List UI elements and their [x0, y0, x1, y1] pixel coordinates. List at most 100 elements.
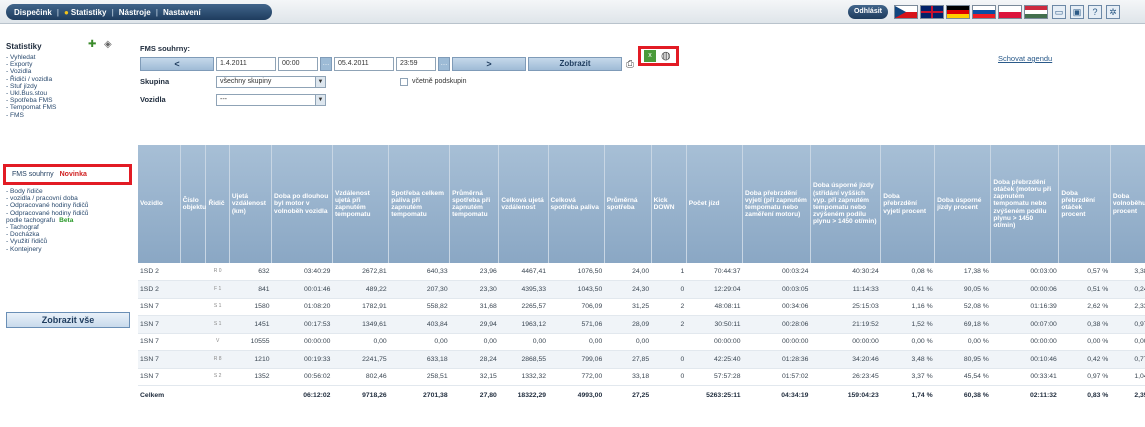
- vehicle-cell: 1SN 7: [138, 350, 181, 369]
- column-header[interactable]: Řidič: [205, 145, 230, 263]
- subgroups-checkbox[interactable]: [400, 78, 408, 86]
- object-cell: [180, 263, 206, 281]
- sidebar-link[interactable]: - Body řidiče: [6, 188, 130, 195]
- show-all-button[interactable]: Zobrazit vše: [6, 312, 130, 328]
- column-header[interactable]: Číslo objektu: [180, 145, 207, 263]
- sidebar-links-2: - Body řidiče - vozidla / pracovní doba …: [6, 188, 130, 253]
- table-row[interactable]: 1SN 7 R 8 1210 00:19:33 2241,75 633,18 28,24 28…: [138, 350, 1145, 369]
- sidebar-link[interactable]: - Tempomat FMS: [6, 104, 130, 111]
- print-icon[interactable]: ⎙: [626, 59, 634, 70]
- help-icon[interactable]: ?: [1088, 5, 1102, 19]
- nav-stats[interactable]: Statistiky: [71, 8, 107, 17]
- excel-export-icon[interactable]: x: [644, 50, 656, 62]
- flag-sk-icon[interactable]: [972, 5, 996, 19]
- total-cell: 159:04:23: [810, 385, 881, 406]
- column-header[interactable]: Doba úsporné jízdy (střídání vyšších vyp…: [810, 145, 882, 263]
- sidebar-link[interactable]: - Využití řidičů: [6, 238, 130, 245]
- column-header[interactable]: Počet jízd: [686, 145, 743, 263]
- table-row[interactable]: 1SN 7 S 1 1451 00:17:53 1349,61 403,84 29,94 19…: [138, 315, 1145, 334]
- print-icon[interactable]: ▣: [1070, 5, 1084, 19]
- sidebar-link[interactable]: - Ukl.Bus.stou: [6, 90, 130, 97]
- sidebar-link-tacho[interactable]: podle tachografu Beta: [6, 217, 130, 224]
- table-cell: 00:03:05: [742, 280, 811, 299]
- nav-tools[interactable]: Nástroje: [119, 8, 151, 17]
- calendar-icon[interactable]: …: [320, 57, 332, 71]
- column-header[interactable]: Doba volnoběhu procent: [1110, 145, 1145, 263]
- vehicle-label: Vozidla: [140, 95, 166, 104]
- total-cell: 2701,38: [388, 385, 450, 406]
- column-header[interactable]: Vozidlo: [138, 145, 181, 263]
- column-header[interactable]: Kick DOWN: [651, 145, 687, 263]
- table-cell: 772,00: [548, 368, 605, 386]
- nav-dispatch[interactable]: Dispečink: [14, 8, 52, 17]
- table-cell: 3,38 %: [1110, 263, 1145, 281]
- table-cell: 0,00: [449, 333, 499, 351]
- sidebar-link[interactable]: - Vyhledat: [6, 54, 130, 61]
- column-header[interactable]: Spotřeba celkem paliva při zapnutém temp…: [388, 145, 451, 263]
- pdf-export-icon[interactable]: ◍: [661, 49, 671, 62]
- sidebar-link[interactable]: - Odpracované hodiny řidičů: [6, 210, 130, 217]
- column-header[interactable]: Celková ujetá vzdálenost: [498, 145, 549, 263]
- table-row[interactable]: 1SD 2 F 1 841 00:01:46 489,22 207,30 23,30 4395…: [138, 280, 1145, 299]
- column-header[interactable]: Doba přebrzdění vyjetí (při zapnutém tem…: [742, 145, 811, 263]
- column-header[interactable]: Doba po dlouhou byl motor v volnoběh voz…: [271, 145, 333, 263]
- sidebar-link[interactable]: - Odpracované hodiny řidičů: [6, 202, 130, 209]
- sidebar-link[interactable]: - Spotřeba FMS: [6, 97, 130, 104]
- add-icon[interactable]: ✚: [88, 40, 98, 50]
- main-panel: FMS souhrny: Schovat agendu < 1.4.2011 0…: [138, 24, 1145, 427]
- sidebar-link[interactable]: - Řidiči / vozidla: [6, 76, 130, 83]
- sidebar-link[interactable]: - Stuf jízdy: [6, 83, 130, 90]
- sidebar-link[interactable]: - FMS: [6, 112, 130, 119]
- group-select[interactable]: všechny skupiny ▼: [216, 76, 326, 88]
- column-header[interactable]: Doba přebrzdění vyjetí procent: [880, 145, 936, 263]
- table-cell: 00:19:33: [271, 350, 333, 369]
- table-cell: 0,97 %: [1058, 368, 1111, 386]
- table-row[interactable]: 1SN 7 S 2 1352 00:56:02 802,46 258,51 32,15 133…: [138, 368, 1145, 386]
- flag-hu-icon[interactable]: [1024, 5, 1048, 19]
- column-header[interactable]: Ujetá vzdálenost (km): [229, 145, 273, 263]
- column-header[interactable]: Vzdálenost ujetá při zapnutém tempomatu: [332, 145, 390, 263]
- export-icon[interactable]: ◈: [104, 40, 114, 50]
- prev-button[interactable]: <: [140, 57, 214, 71]
- logout-button[interactable]: Odhlásit: [848, 5, 888, 19]
- column-header[interactable]: Průměrná spotřeba při zapnutém tempomatu: [449, 145, 500, 263]
- flag-de-icon[interactable]: [946, 5, 970, 19]
- show-button[interactable]: Zobrazit: [528, 57, 622, 71]
- table-cell: 11:14:33: [810, 280, 881, 299]
- date-to-input[interactable]: 05.4.2011: [334, 57, 394, 71]
- table-cell: 27,85: [604, 350, 652, 369]
- table-row[interactable]: 1SN 7 V 10555 00:00:00 0,00 0,00 0,00 0,00 0,00 0…: [138, 333, 1145, 351]
- column-header[interactable]: Doba přebrzdění otáček (motoru při zapnu…: [990, 145, 1060, 263]
- table-row[interactable]: 1SN 7S 1 1580 01:08:20 1782,91 558,82 31,68 22…: [138, 298, 1145, 316]
- table-cell: 799,06: [548, 350, 605, 369]
- total-cell: 06:12:02: [271, 385, 333, 406]
- flag-cz-icon[interactable]: [894, 5, 918, 19]
- table-cell: 2: [651, 298, 687, 316]
- hide-agenda-link[interactable]: Schovat agendu: [998, 54, 1052, 63]
- calendar-icon[interactable]: …: [438, 57, 450, 71]
- column-header[interactable]: Doba úsporné jízdy procent: [934, 145, 992, 263]
- flag-pl-icon[interactable]: [998, 5, 1022, 19]
- column-header[interactable]: Doba přebrzdění otáček procent: [1058, 145, 1111, 263]
- nav-settings[interactable]: Nastavení: [163, 8, 201, 17]
- table-cell: 00:00:06: [990, 280, 1059, 299]
- beta-badge: Beta: [59, 216, 74, 224]
- sidebar-item-fms-summary[interactable]: FMS souhrny Novinka: [3, 164, 132, 185]
- table-row[interactable]: 1SD 2 R 0 632 03:40:29 2672,81 640,33 23,96 446…: [138, 263, 1145, 281]
- settings-icon[interactable]: ✲: [1106, 5, 1120, 19]
- table-cell: 0,77 %: [1110, 350, 1145, 369]
- sidebar-link[interactable]: - Vozidla: [6, 68, 130, 75]
- vehicle-select[interactable]: --- ▼: [216, 94, 326, 106]
- document-icon[interactable]: ▭: [1052, 5, 1066, 19]
- sidebar-link[interactable]: - Tachograf: [6, 224, 130, 231]
- time-to-input[interactable]: 23:59: [396, 57, 436, 71]
- table-cell: 1782,91: [332, 298, 389, 316]
- date-from-input[interactable]: 1.4.2011: [216, 57, 276, 71]
- next-button[interactable]: >: [452, 57, 526, 71]
- sidebar-link[interactable]: - Exporty: [6, 61, 130, 68]
- flag-uk-icon[interactable]: [920, 5, 944, 19]
- column-header[interactable]: Celková spotřeba paliva: [548, 145, 605, 263]
- column-header[interactable]: Průměrná spotřeba: [604, 145, 652, 263]
- sidebar-link[interactable]: - Kontejnery: [6, 246, 130, 253]
- time-from-input[interactable]: 00:00: [278, 57, 318, 71]
